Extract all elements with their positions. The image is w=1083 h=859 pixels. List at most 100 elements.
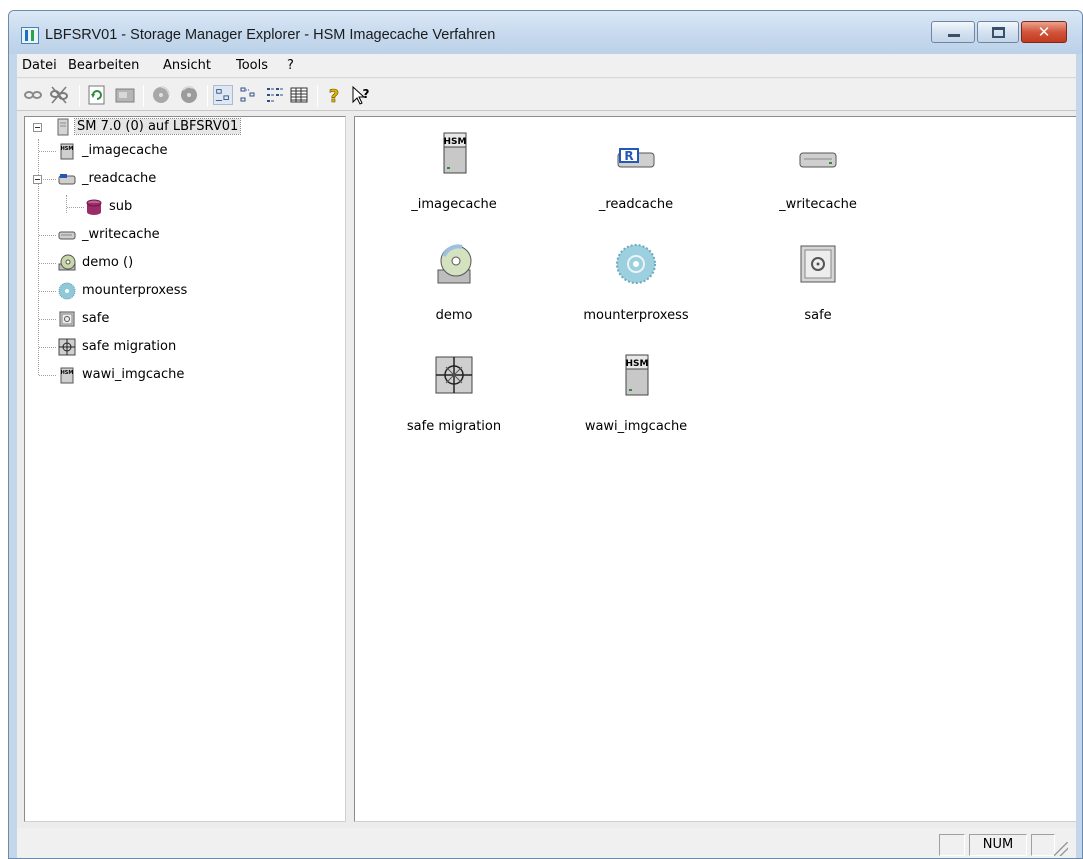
toolbar: ? ? [17, 79, 1076, 111]
unmount-icon[interactable] [179, 85, 199, 105]
svg-text:R: R [624, 149, 633, 163]
collapse-icon[interactable] [33, 123, 42, 132]
icon-item-label: _readcache [598, 197, 674, 212]
tree-item-readcache[interactable]: _readcache [25, 168, 325, 190]
tree-item-label: sub [109, 199, 133, 214]
svg-text:?: ? [363, 87, 370, 101]
svg-text:HSM: HSM [61, 370, 74, 376]
tree-item-label: safe migration [82, 339, 177, 354]
toolbar-separator [143, 85, 144, 107]
tree-item-label: _imagecache [82, 143, 168, 158]
icon-item-label: safe migration [406, 419, 502, 434]
cd-drive-icon [58, 254, 76, 271]
icon-item-label: safe [804, 308, 832, 323]
context-help-icon[interactable]: ? [351, 85, 371, 105]
menu-ansicht[interactable]: Ansicht [160, 57, 214, 74]
small-icons-view-icon[interactable] [239, 85, 259, 105]
icon-item-safe[interactable]: safe [748, 242, 888, 332]
tree-item-label: safe [82, 311, 110, 326]
menu-tools[interactable]: Tools [233, 57, 271, 74]
tree-item-sub[interactable]: sub [25, 196, 325, 218]
maximize-icon [992, 27, 1005, 38]
icon-item-mounterproxess[interactable]: mounterproxess [566, 242, 706, 332]
maximize-button[interactable] [977, 21, 1019, 43]
refresh-icon[interactable] [87, 85, 107, 105]
tree-item-writecache[interactable]: _writecache [25, 224, 325, 246]
minimize-button[interactable] [931, 21, 975, 43]
icon-item-label: wawi_imgcache [584, 419, 688, 434]
icon-item-label: demo [435, 308, 473, 323]
tree-item-wawi-imgcache[interactable]: HSM wawi_imgcache [25, 364, 325, 386]
app-window: LBFSRV01 - Storage Manager Explorer - HS… [8, 10, 1083, 859]
menu-bar: Datei Bearbeiten Ansicht Tools ? [17, 54, 1076, 78]
tree-root[interactable]: SM 7.0 (0) auf LBFSRV01 [25, 116, 325, 138]
large-icons-view-icon[interactable] [213, 85, 233, 105]
mount-icon[interactable] [151, 85, 171, 105]
status-bar: NUM [17, 828, 1076, 858]
menu-bearbeiten[interactable]: Bearbeiten [65, 57, 142, 74]
hsm-icon: HSM [60, 367, 74, 384]
status-cell-scroll [1031, 834, 1055, 856]
icon-item-label: mounterproxess [583, 308, 689, 323]
icon-item-readcache[interactable]: R _readcache [566, 131, 706, 221]
svg-text:?: ? [329, 86, 339, 105]
toolbar-separator [207, 85, 208, 107]
svg-text:HSM: HSM [61, 146, 74, 152]
tree-item-label: wawi_imgcache [82, 367, 185, 382]
menu-datei[interactable]: Datei [19, 57, 60, 74]
drive-icon [58, 174, 76, 185]
migration-icon [58, 338, 76, 356]
close-icon: ✕ [1037, 23, 1051, 41]
menu-help[interactable]: ? [284, 57, 297, 74]
drive-icon [58, 231, 76, 240]
details-view-icon[interactable] [289, 85, 309, 105]
icon-item-safe-migration[interactable]: safe migration [384, 353, 524, 443]
migration-icon [435, 356, 473, 394]
icon-item-label: _imagecache [411, 197, 497, 212]
tree-item-label: demo () [82, 255, 134, 270]
list-view-icon[interactable] [265, 85, 285, 105]
tree-item-demo[interactable]: demo () [25, 252, 325, 274]
status-cell-caps [939, 834, 965, 856]
drive-icon [799, 152, 837, 168]
tree-root-label: SM 7.0 (0) auf LBFSRV01 [73, 118, 242, 135]
tree-item-safe[interactable]: safe [25, 308, 325, 330]
jukebox-icon [58, 282, 76, 300]
hsm-icon: HSM [625, 354, 649, 396]
tree-item-mounterproxess[interactable]: mounterproxess [25, 280, 325, 302]
client-area: Datei Bearbeiten Ansicht Tools ? ? ? SM … [17, 54, 1076, 858]
icon-pane[interactable]: HSM _imagecache R _readcache _writecache… [354, 116, 1076, 822]
cd-drive-icon [437, 244, 472, 284]
properties-icon[interactable] [115, 85, 135, 105]
toolbar-separator [317, 85, 318, 107]
hsm-icon: HSM [60, 143, 74, 160]
disconnect-icon[interactable] [49, 85, 69, 105]
icon-item-wawi-imgcache[interactable]: HSM wawi_imgcache [566, 353, 706, 443]
toolbar-separator [79, 85, 80, 107]
close-button[interactable]: ✕ [1021, 21, 1067, 43]
icon-item-label: _writecache [779, 197, 857, 212]
help-icon[interactable]: ? [324, 85, 344, 105]
safe-icon [800, 245, 836, 283]
tree-item-label: _readcache [82, 171, 157, 186]
tree-item-safe-migration[interactable]: safe migration [25, 336, 325, 358]
svg-text:HSM: HSM [626, 359, 649, 369]
resize-grip-icon[interactable] [1054, 842, 1068, 856]
tree-item-imagecache[interactable]: HSM _imagecache [25, 140, 325, 162]
svg-text:HSM: HSM [444, 137, 467, 147]
window-title: LBFSRV01 - Storage Manager Explorer - HS… [45, 27, 496, 43]
title-bar[interactable]: LBFSRV01 - Storage Manager Explorer - HS… [9, 11, 1082, 54]
icon-item-writecache[interactable]: _writecache [748, 131, 888, 221]
tree-pane[interactable]: SM 7.0 (0) auf LBFSRV01 HSM _imagecache … [24, 116, 346, 822]
hsm-icon: HSM [443, 132, 467, 174]
drive-icon: R [617, 148, 655, 168]
tree-item-label: _writecache [82, 227, 160, 242]
connect-icon[interactable] [23, 85, 43, 105]
collapse-icon[interactable] [33, 175, 42, 184]
minimize-icon [948, 34, 960, 37]
tree-item-label: mounterproxess [82, 283, 188, 298]
app-icon[interactable] [21, 27, 39, 44]
safe-icon [59, 311, 75, 327]
icon-item-demo[interactable]: demo [384, 242, 524, 332]
icon-item-imagecache[interactable]: HSM _imagecache [384, 131, 524, 221]
